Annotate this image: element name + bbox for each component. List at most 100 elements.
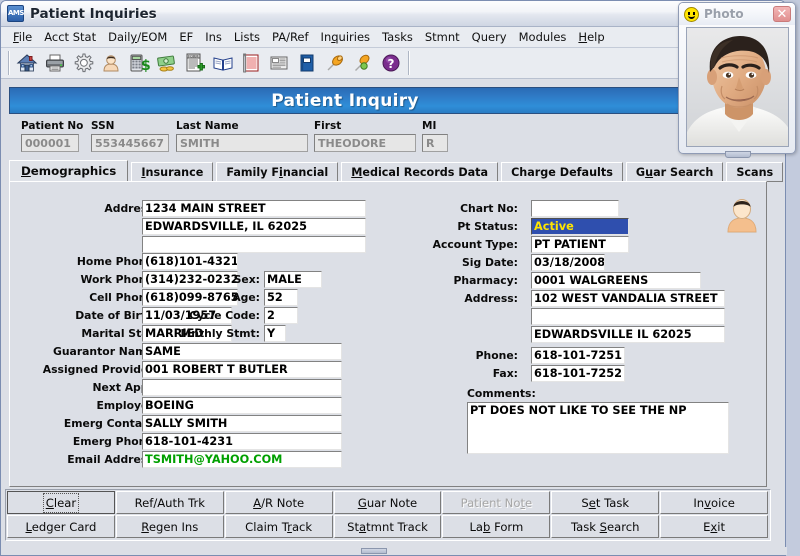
statmnt-track-button[interactable]: Statmnt Track xyxy=(333,515,442,538)
tab-medical-records-data[interactable]: Medical Records Data xyxy=(341,162,499,182)
monthly-stmt-label: Mnthly Stmt: xyxy=(180,327,260,340)
menu-item-acct-stat[interactable]: Acct Stat xyxy=(38,28,102,46)
tab-demographics[interactable]: Demographics xyxy=(9,160,129,182)
sig-date-input[interactable]: 03/18/2008 xyxy=(531,254,605,271)
page-title-banner: Patient Inquiry xyxy=(9,87,681,114)
last-name-field[interactable]: SMITH xyxy=(176,134,308,152)
cycle-code-input[interactable]: 2 xyxy=(264,307,298,324)
home-phone-input[interactable]: (618)101-4321 xyxy=(142,253,238,270)
menu-item-ef[interactable]: EF xyxy=(173,28,199,46)
help-question-icon[interactable]: ? xyxy=(377,50,405,77)
mi-label: MI xyxy=(422,120,437,132)
sex-input[interactable]: MALE xyxy=(264,271,322,288)
photo-titlebar[interactable]: Photo ✕ xyxy=(679,3,795,25)
gear-icon[interactable] xyxy=(69,50,97,77)
first-name-field[interactable]: THEODORE xyxy=(314,134,416,152)
date-of-birth-label: Date of Birth: xyxy=(75,309,158,322)
menu-item-daily-eom[interactable]: Daily/EOM xyxy=(102,28,173,46)
next-appt-input[interactable] xyxy=(142,379,342,396)
pharmacy-address-line1-input[interactable]: 102 WEST VANDALIA STREET xyxy=(531,290,725,307)
address-line2-input[interactable]: EDWARDSVILLE, IL 62025 xyxy=(142,218,366,235)
menu-item-query[interactable]: Query xyxy=(466,28,513,46)
pharmacy-address-line3-input[interactable]: EDWARDSVILLE IL 62025 xyxy=(531,326,725,343)
button-panel: Clear Ref/Auth Trk A/R Note Guar Note Pa… xyxy=(7,491,769,539)
close-icon[interactable]: ✕ xyxy=(773,6,791,22)
home-icon[interactable] xyxy=(13,50,41,77)
pt-status-input[interactable]: Active xyxy=(531,218,629,235)
account-type-input[interactable]: PT PATIENT xyxy=(531,236,629,253)
guarantor-name-input[interactable]: SAME xyxy=(142,343,342,360)
menu-item-modules[interactable]: Modules xyxy=(513,28,573,46)
red-ledger-icon[interactable] xyxy=(237,50,265,77)
smiley-face-icon xyxy=(684,6,699,22)
photo-resize-grip[interactable] xyxy=(725,151,751,158)
monthly-stmt-input[interactable]: Y xyxy=(264,325,286,342)
address-line1-input[interactable]: 1234 MAIN STREET xyxy=(142,200,366,217)
patient-avatar-icon xyxy=(722,196,762,234)
ssn-field[interactable]: 553445667 xyxy=(91,134,169,152)
assigned-provider-input[interactable]: 001 ROBERT T BUTLER xyxy=(142,361,342,378)
menu-item-lists[interactable]: Lists xyxy=(228,28,266,46)
task-search-button[interactable]: Task Search xyxy=(551,515,660,538)
clear-button[interactable]: Clear xyxy=(7,491,115,514)
tab-insurance[interactable]: Insurance xyxy=(131,162,214,182)
comments-textarea[interactable]: PT DOES NOT LIKE TO SEE THE NP xyxy=(467,402,729,454)
chart-no-input[interactable] xyxy=(531,200,619,217)
menu-item-help[interactable]: Help xyxy=(572,28,610,46)
newspaper-icon[interactable] xyxy=(265,50,293,77)
emerg-phone-input[interactable]: 618-101-4231 xyxy=(142,433,342,450)
emerg-contact-input[interactable]: SALLY SMITH xyxy=(142,415,342,432)
resize-grip[interactable] xyxy=(361,548,387,554)
form-add-icon[interactable]: FORM xyxy=(181,50,209,77)
email-address-input[interactable]: TSMITH@YAHOO.COM xyxy=(142,451,342,468)
tab-scans[interactable]: Scans xyxy=(726,162,784,182)
account-type-label: Account Type: xyxy=(432,238,518,251)
menu-item-file[interactable]: File xyxy=(7,28,38,46)
patient-no-field[interactable]: 000001 xyxy=(21,134,79,152)
regen-ins-button[interactable]: Regen Ins xyxy=(115,515,224,538)
book-icon[interactable] xyxy=(209,50,237,77)
age-input[interactable]: 52 xyxy=(264,289,298,306)
menu-item-stmnt[interactable]: Stmnt xyxy=(419,28,466,46)
pushpin-search-icon[interactable] xyxy=(349,50,377,77)
home-phone-label: Home Phone: xyxy=(76,255,158,268)
demographics-panel: Address: 1234 MAIN STREET EDWARDSVILLE, … xyxy=(9,181,767,487)
tab-guar-search[interactable]: Gu ar Search xyxy=(625,162,724,182)
exit-button[interactable]: Exit xyxy=(660,515,769,538)
tab-family-financial[interactable]: Family Fi nancial xyxy=(216,162,339,182)
pharmacy-address-line2-input[interactable] xyxy=(531,308,725,325)
menubar: File Acct Stat Daily/EOM EF Ins Lists PA… xyxy=(1,27,785,48)
blue-book-icon[interactable] xyxy=(293,50,321,77)
menu-item-tasks[interactable]: Tasks xyxy=(376,28,419,46)
employer-input[interactable]: BOEING xyxy=(142,397,342,414)
tab-charge-defaults[interactable]: Charge Defaults xyxy=(501,162,623,182)
money-icon[interactable] xyxy=(153,50,181,77)
menu-item-ins[interactable]: Ins xyxy=(199,28,228,46)
lab-form-button[interactable]: Lab Form xyxy=(442,515,551,538)
chart-no-label: Chart No: xyxy=(460,202,518,215)
email-address-label: Email Address: xyxy=(67,453,158,466)
pharmacy-phone-input[interactable]: 618-101-7251 xyxy=(531,347,625,364)
claim-track-button[interactable]: Claim Track xyxy=(224,515,333,538)
guar-note-button[interactable]: Guar Note xyxy=(333,491,442,514)
mi-field[interactable]: R xyxy=(422,134,448,152)
menu-item-pa-ref[interactable]: PA/Ref xyxy=(266,28,315,46)
set-task-button[interactable]: Set Task xyxy=(551,491,660,514)
pushpin-icon[interactable] xyxy=(321,50,349,77)
menu-item-inquiries[interactable]: Inquiries xyxy=(315,28,376,46)
pharmacy-input[interactable]: 0001 WALGREENS xyxy=(531,272,701,289)
ar-note-button[interactable]: A/R Note xyxy=(224,491,333,514)
svg-text:?: ? xyxy=(388,57,395,71)
cell-phone-label: Cell Phone: xyxy=(89,291,158,304)
comments-label: Comments: xyxy=(467,387,536,400)
ref-auth-trk-button[interactable]: Ref/Auth Trk xyxy=(115,491,224,514)
window-footer xyxy=(1,547,787,555)
pharmacy-fax-input[interactable]: 618-101-7252 xyxy=(531,365,625,382)
person-icon[interactable] xyxy=(97,50,125,77)
printer-icon[interactable] xyxy=(41,50,69,77)
window-titlebar[interactable]: AMS Patient Inquiries xyxy=(1,1,785,27)
address-line3-input[interactable] xyxy=(142,236,366,253)
calculator-dollar-icon[interactable]: $ xyxy=(125,50,153,77)
ledger-card-button[interactable]: Ledger Card xyxy=(7,515,115,538)
invoice-button[interactable]: Invoice xyxy=(660,491,769,514)
